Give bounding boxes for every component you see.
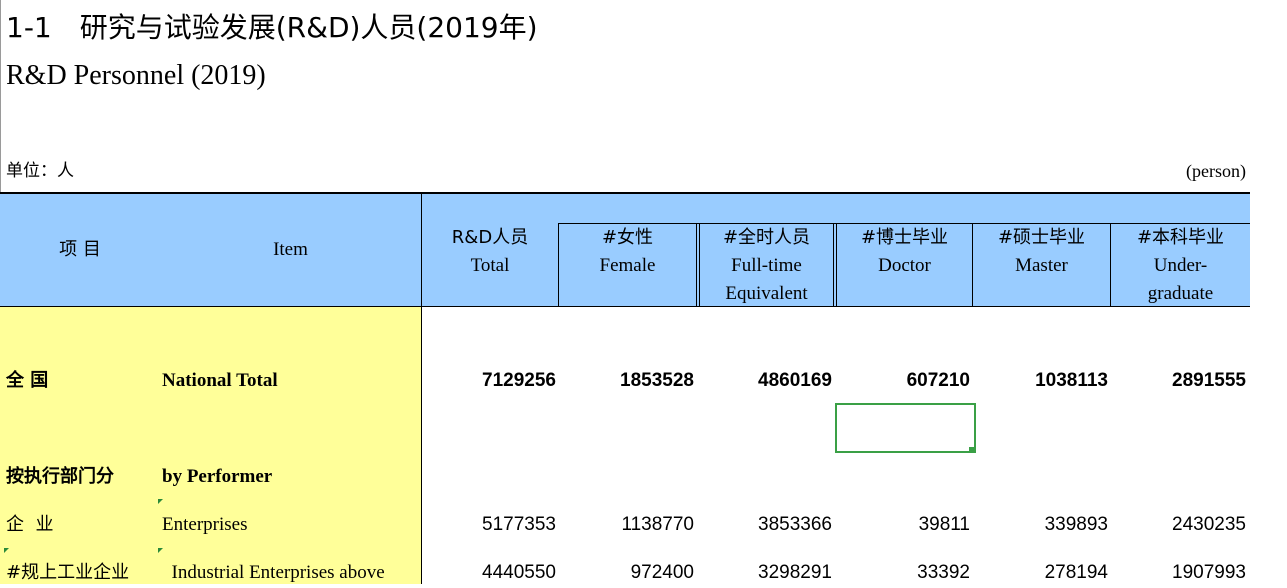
cell-comment-marker [158,499,163,504]
fill-handle[interactable] [969,447,974,452]
header-col-full-time[interactable]: #全时人员 Full-time Equivalent [700,224,833,308]
header-col-cn: #本科毕业 [1136,227,1225,248]
cell-full-time[interactable]: 3853366 [700,510,832,540]
table-title-chinese: 1-1 研究与试验发展(R&D)人员(2019年) [6,11,538,44]
header-col-en-line2: graduate [1147,283,1214,304]
header-col-cn: R&D人员 [451,227,529,248]
cell-female[interactable]: 1853528 [562,366,694,396]
header-col-en: Under- [1153,255,1208,276]
cell-undergraduate[interactable]: 2430235 [1114,510,1246,540]
header-col-cn: #全时人员 [722,227,811,248]
cell-female[interactable]: 1138770 [562,510,694,540]
header-divider [696,224,697,307]
header-col-total[interactable]: R&D人员 Total [422,224,558,280]
cell-full-time[interactable]: 4860169 [700,366,832,396]
row-label-english: by Performer [162,466,273,487]
row-label-english: Enterprises [162,514,248,535]
header-item-chinese: 项 目 [59,239,101,260]
header-divider [833,224,834,307]
header-col-female[interactable]: #女性 Female [559,224,696,280]
header-col-cn: #博士毕业 [860,227,949,248]
cell-comment-marker [158,548,163,553]
table-title-english: R&D Personnel (2019) [6,60,266,91]
header-col-en: Doctor [878,255,931,276]
cell-doctor[interactable]: 39811 [838,510,970,540]
cell-total[interactable]: 5177353 [424,510,556,540]
table-row-by-performer[interactable]: 按执行部门分 by Performer [0,462,1250,492]
header-col-en: Female [599,255,656,276]
header-col-undergraduate[interactable]: #本科毕业 Under- graduate [1111,224,1250,308]
selected-cell-outline[interactable] [835,403,976,453]
cell-master[interactable]: 1038113 [976,366,1108,396]
header-col-en: Full-time [731,255,802,276]
cell-master[interactable]: 339893 [976,510,1108,540]
row-label-english: National Total [162,370,278,391]
cell-comment-marker [4,548,9,553]
cell-undergraduate[interactable]: 2891555 [1114,366,1246,396]
header-col-master[interactable]: #硕士毕业 Master [973,224,1110,280]
cell-doctor[interactable]: 607210 [838,366,970,396]
item-column-background [0,307,421,584]
row-label-chinese: 按执行部门分 [6,466,114,487]
header-col-cn: #硕士毕业 [997,227,1086,248]
header-col-en: Master [1015,255,1068,276]
header-col-doctor[interactable]: #博士毕业 Doctor [837,224,972,280]
unit-label-english: (person) [1186,161,1246,181]
cell-total[interactable]: 7129256 [424,366,556,396]
header-col-cn: #女性 [601,227,654,248]
table-row-enterprises[interactable]: 企 业 Enterprises 5177353 1138770 3853366 … [0,510,1250,540]
header-col-en-line2: Equivalent [725,283,808,304]
header-col-en: Total [470,255,510,276]
row-label-chinese: 企 业 [6,514,54,535]
table-row-national-total[interactable]: 全 国 National Total 7129256 1853528 48601… [0,366,1250,396]
row-label-chinese: 全 国 [6,370,49,391]
header-item-english: Item [273,239,308,260]
unit-label-chinese: 单位：人 [6,161,74,181]
